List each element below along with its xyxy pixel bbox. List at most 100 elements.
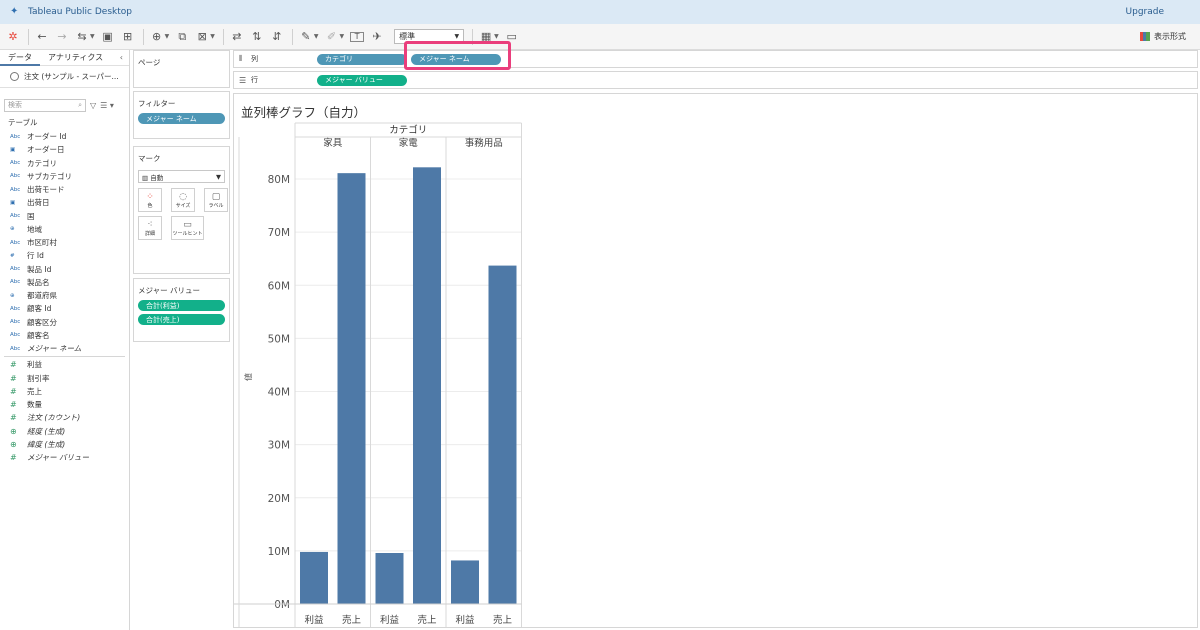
filters-card[interactable]: フィルター メジャー ネーム <box>133 91 230 139</box>
string-type-icon: Abc <box>10 332 21 339</box>
chevron-down-icon[interactable]: ▼ <box>210 33 215 40</box>
search-input[interactable]: 検索 ⌕ <box>4 98 86 112</box>
measure-values-card-title: メジャー バリュー <box>138 286 201 295</box>
field-name: 数量 <box>27 400 42 410</box>
label-button[interactable]: ▢ ラベル <box>204 188 228 212</box>
number-type-icon: # <box>10 453 17 463</box>
measure-pill-sales[interactable]: 合計(売上) <box>138 314 225 325</box>
measure-field[interactable]: # メジャー バリュー <box>0 451 129 464</box>
save-icon[interactable]: ▣ <box>101 29 115 45</box>
columns-pill-category[interactable]: カテゴリ <box>317 53 407 65</box>
chevron-down-icon[interactable]: ▼ <box>340 33 345 40</box>
measure-field[interactable]: # 割引率 <box>0 372 129 385</box>
measure-field[interactable]: ⊕ 経度 (生成) <box>0 425 129 438</box>
show-me-button[interactable]: 表示形式 <box>1140 31 1186 42</box>
redo-icon[interactable]: → <box>55 29 69 45</box>
pin-axes-icon[interactable]: ✈ <box>370 29 384 45</box>
datasource-item[interactable]: 注文 (サンプル - スーパー... <box>0 66 129 88</box>
dimension-list: Abc オーダー Id ▣ オーダー日 Abc カテゴリ Abc サブカテゴリ Abc 出荷モード… <box>0 130 129 355</box>
dimension-field[interactable]: ⊕ 都道府県 <box>0 289 129 302</box>
dimension-field[interactable]: Abc カテゴリ <box>0 157 129 170</box>
measure-field[interactable]: # 利益 <box>0 358 129 371</box>
columns-shelf[interactable]: ⦀ 列 カテゴリ メジャー ネーム <box>233 50 1198 68</box>
measure-field[interactable]: ⊕ 緯度 (生成) <box>0 438 129 451</box>
dimension-field[interactable]: Abc 顧客 Id <box>0 302 129 315</box>
tab-data[interactable]: データ <box>0 50 40 66</box>
data-pane-tabs: データ アナリティクス ‹ <box>0 50 129 66</box>
dimension-field[interactable]: Abc 市区町村 <box>0 236 129 249</box>
dimension-field[interactable]: Abc オーダー Id <box>0 130 129 143</box>
globe-icon: ⊕ <box>10 426 17 436</box>
filter-pill[interactable]: メジャー ネーム <box>138 113 225 124</box>
y-tick-label: 70M <box>268 227 290 239</box>
dimension-field[interactable]: Abc サブカテゴリ <box>0 170 129 183</box>
string-type-icon: Abc <box>10 173 21 180</box>
category-label: 家具 <box>323 137 343 149</box>
show-labels-icon[interactable]: T <box>350 31 365 42</box>
clear-sheet-icon[interactable]: ⊠ <box>195 29 209 45</box>
tableau-home-icon[interactable]: ✲ <box>6 29 20 45</box>
number-type-icon: # <box>10 252 15 259</box>
undo-icon[interactable]: ← <box>35 29 49 45</box>
dimension-field[interactable]: ⊕ 地域 <box>0 223 129 236</box>
dimension-field[interactable]: Abc 顧客名 <box>0 329 129 342</box>
duplicate-sheet-icon[interactable]: ⧉ <box>175 29 189 45</box>
swap-icon[interactable]: ⇆ <box>75 29 89 45</box>
date-type-icon: ▣ <box>10 199 16 206</box>
y-tick-label: 50M <box>268 333 290 345</box>
globe-icon: ⊕ <box>10 439 17 449</box>
field-name: 都道府県 <box>27 291 57 301</box>
measure-field[interactable]: # 注文 (カウント) <box>0 411 129 424</box>
dimension-field[interactable]: ▣ オーダー日 <box>0 143 129 156</box>
y-tick-label: 10M <box>268 546 290 558</box>
rows-shelf[interactable]: ☰ 行 メジャー バリュー <box>233 71 1198 89</box>
highlight-icon[interactable]: ✎ <box>299 29 313 45</box>
dimension-field[interactable]: # 行 Id <box>0 249 129 262</box>
column-header-title: カテゴリ <box>389 124 427 136</box>
sort-descending-icon[interactable]: ⇵ <box>270 29 284 45</box>
number-type-icon: # <box>10 386 17 396</box>
field-name: 市区町村 <box>27 238 57 248</box>
group-members-icon[interactable]: ✐ <box>325 29 339 45</box>
measure-pill-profit[interactable]: 合計(利益) <box>138 300 225 311</box>
chevron-down-icon[interactable]: ▼ <box>165 33 170 40</box>
detail-button[interactable]: ⁖ 詳細 <box>138 216 162 240</box>
measure-field[interactable]: # 数量 <box>0 398 129 411</box>
view-options-icon[interactable]: ☰ ▾ <box>100 101 114 110</box>
show-me-label: 表示形式 <box>1154 32 1186 41</box>
new-datasource-icon[interactable]: ⊞ <box>121 29 135 45</box>
dimension-field[interactable]: ▣ 出荷日 <box>0 196 129 209</box>
tab-analytics[interactable]: アナリティクス <box>40 50 111 66</box>
dimension-field[interactable]: Abc 出荷モード <box>0 183 129 196</box>
mark-buttons: ⁘ 色 ◌ サイズ ▢ ラベル ⁖ 詳細 ▭ ツールヒント <box>138 188 228 240</box>
pages-card[interactable]: ページ <box>133 50 230 88</box>
string-type-icon: Abc <box>10 319 21 326</box>
mark-type-select[interactable]: ▥ 自動 ▼ <box>138 170 225 183</box>
tooltip-button[interactable]: ▭ ツールヒント <box>171 216 204 240</box>
field-name: 地域 <box>27 224 42 234</box>
measure-field[interactable]: # 売上 <box>0 385 129 398</box>
dimension-field[interactable]: Abc メジャー ネーム <box>0 342 129 355</box>
dimension-field[interactable]: Abc 顧客区分 <box>0 316 129 329</box>
dimension-field[interactable]: Abc 製品 Id <box>0 263 129 276</box>
detail-label: 詳細 <box>144 230 155 237</box>
string-type-icon: Abc <box>10 305 21 312</box>
chevron-down-icon[interactable]: ▼ <box>494 33 499 40</box>
size-button[interactable]: ◌ サイズ <box>171 188 195 212</box>
color-button[interactable]: ⁘ 色 <box>138 188 162 212</box>
swap-rows-columns-icon[interactable]: ⇄ <box>230 29 244 45</box>
number-type-icon: # <box>10 373 17 383</box>
rows-pill-measure-values[interactable]: メジャー バリュー <box>317 74 407 86</box>
chevron-down-icon[interactable]: ▼ <box>314 33 319 40</box>
rows-shelf-label: 行 <box>251 76 258 84</box>
filter-icon[interactable]: ▽ <box>90 101 96 110</box>
dimension-field[interactable]: Abc 国 <box>0 210 129 223</box>
label-label: ラベル <box>208 202 224 209</box>
dimension-field[interactable]: Abc 製品名 <box>0 276 129 289</box>
chevron-down-icon[interactable]: ▼ <box>90 33 95 40</box>
collapse-pane-icon[interactable]: ‹ <box>120 53 123 62</box>
new-worksheet-icon[interactable]: ⊕ <box>150 29 164 45</box>
sort-ascending-icon[interactable]: ⇅ <box>250 29 264 45</box>
toolbar-divider <box>28 28 29 45</box>
upgrade-link[interactable]: Upgrade <box>1126 7 1164 17</box>
